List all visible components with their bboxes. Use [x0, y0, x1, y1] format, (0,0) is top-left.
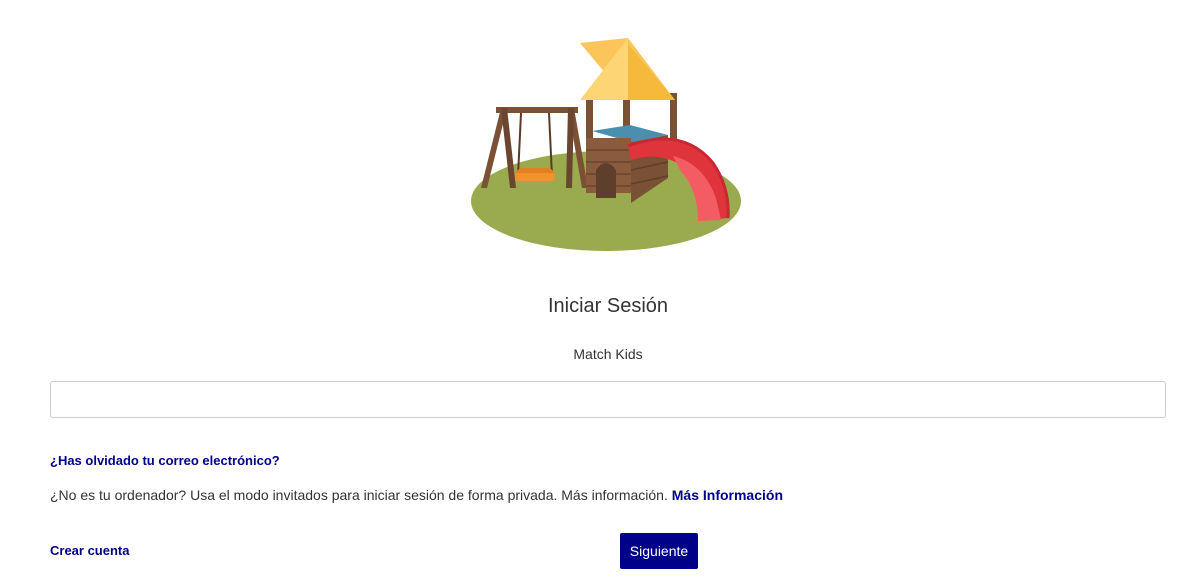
app-name: Match Kids	[573, 346, 643, 362]
forgot-email-link[interactable]: ¿Has olvidado tu correo electrónico?	[50, 453, 280, 468]
page-title: Iniciar Sesión	[547, 295, 669, 317]
playground-illustration	[468, 38, 748, 254]
login-page: Iniciar Sesión Match Kids ¿Has olvidado …	[0, 0, 1188, 581]
guest-mode-text: ¿No es tu ordenador? Usa el modo invitad…	[50, 487, 668, 503]
more-info-link[interactable]: Más Información	[672, 487, 783, 503]
play-tower	[580, 38, 677, 203]
guest-mode-notice: ¿No es tu ordenador? Usa el modo invitad…	[50, 487, 783, 503]
email-input[interactable]	[50, 381, 1166, 418]
create-account-link[interactable]: Crear cuenta	[50, 543, 129, 558]
next-button[interactable]: Siguiente	[620, 533, 698, 569]
